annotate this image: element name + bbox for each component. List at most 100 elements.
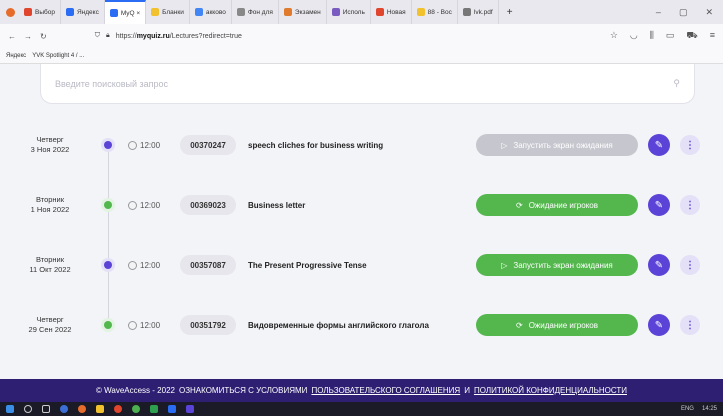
tab-label: 88 - Вос: [427, 8, 452, 16]
chrome-taskbar-icon[interactable]: [132, 405, 140, 413]
favicon-icon: [331, 8, 340, 16]
lecture-date-value: 3 Ноя 2022: [30, 145, 70, 154]
more-options-button[interactable]: ⋮: [680, 255, 700, 275]
search-icon[interactable]: ⚲: [673, 78, 680, 89]
search-bar[interactable]: Введите поисковый запрос ⚲: [40, 64, 695, 104]
browser-nav-bar: ← → ↻ ⛉ 🔒︎ https://myquiz.ru/Lectures?re…: [0, 24, 723, 48]
tab-label: Яндекс: [76, 8, 99, 16]
favicon-icon: [65, 8, 74, 16]
lecture-code-badge: 00357087: [180, 255, 236, 275]
browser-tab[interactable]: MyQ ×: [104, 0, 147, 24]
kebab-menu-icon: ⋮: [685, 139, 695, 151]
address-bar[interactable]: ⛉ 🔒︎ https://myquiz.ru/Lectures?redirect…: [95, 32, 602, 40]
browser-tab[interactable]: lvk.pdf: [458, 0, 499, 24]
cart-icon[interactable]: ⛟: [686, 30, 697, 42]
browser-tab[interactable]: акково: [190, 0, 232, 24]
favicon-icon: [24, 8, 32, 16]
more-options-button[interactable]: ⋮: [680, 195, 700, 215]
clock-icon: [128, 200, 137, 210]
more-options-button[interactable]: ⋮: [680, 315, 700, 335]
spreadsheet-icon[interactable]: [150, 405, 158, 413]
lecture-code-badge: 00370247: [180, 135, 236, 155]
lecture-action-button[interactable]: ⟳ Ожидание игроков: [476, 314, 638, 336]
maximize-button[interactable]: ▢: [679, 7, 688, 18]
close-window-button[interactable]: ✕: [705, 7, 713, 18]
privacy-policy-link[interactable]: ПОЛИТИКОЙ КОНФИДЕНЦИАЛЬНОСТИ: [474, 386, 627, 395]
url-path: /Lectures?redirect=true: [169, 32, 242, 40]
yandex-taskbar-icon[interactable]: [114, 405, 122, 413]
footer: © WaveAccess - 2022 ОЗНАКОМИТЬСЯ С УСЛОВ…: [0, 379, 723, 402]
clock-icon: [128, 260, 137, 270]
tab-label: Экзамен: [294, 8, 321, 16]
library-icon[interactable]: ⫼: [650, 30, 654, 42]
browser-tab[interactable]: Фон для: [232, 0, 279, 24]
lecture-day: Четверг: [36, 315, 64, 324]
new-tab-button[interactable]: +: [499, 7, 521, 18]
clock-icon: [128, 140, 137, 150]
files-icon[interactable]: [96, 405, 104, 413]
lecture-title[interactable]: Видовременные формы английского глагола: [248, 321, 429, 330]
tab-label: Новая: [386, 8, 406, 16]
edit-button[interactable]: ✎: [648, 254, 670, 276]
lecture-action-button[interactable]: ▷ Запустить экран ожидания: [476, 254, 638, 276]
clock[interactable]: 14:25: [702, 406, 717, 412]
lecture-row: Вторник 1 Ноя 2022 12:00 00369023 Business l…: [0, 190, 723, 220]
os-taskbar: ENG 14:25: [0, 402, 723, 416]
lecture-time: 12:00: [128, 200, 160, 210]
lecture-action-button[interactable]: ⟳ Ожидание игроков: [476, 194, 638, 216]
chrome-icon[interactable]: [60, 405, 68, 413]
firefox-taskbar-icon[interactable]: [78, 405, 86, 413]
browser-tab[interactable]: 88 - Вос: [412, 0, 458, 24]
favicon-icon: [462, 8, 471, 16]
lecture-date: Четверг 29 Сен 2022: [26, 315, 74, 335]
yandex-bookmark[interactable]: Яндекс: [6, 53, 26, 59]
lecture-title[interactable]: Business letter: [248, 201, 305, 210]
browser-tab[interactable]: Бланки: [146, 0, 190, 24]
back-icon[interactable]: ←: [8, 32, 16, 41]
word-icon[interactable]: [168, 405, 176, 413]
edit-button[interactable]: ✎: [648, 134, 670, 156]
more-options-button[interactable]: ⋮: [680, 135, 700, 155]
lecture-title[interactable]: speech cliches for business writing: [248, 141, 383, 150]
action-label: Запустить экран ожидания: [513, 260, 613, 270]
lock-icon: 🔒︎: [105, 32, 110, 39]
action-icon: ⟳: [516, 200, 523, 210]
search-input[interactable]: Введите поисковый запрос: [55, 79, 168, 89]
bookmark-star-icon[interactable]: ☆: [610, 30, 618, 42]
pencil-icon: ✎: [654, 319, 664, 331]
menu-icon[interactable]: ≡: [710, 30, 715, 42]
sidebar-icon[interactable]: ▭: [666, 30, 675, 42]
reload-icon[interactable]: ↻: [40, 32, 47, 41]
lecture-action-button[interactable]: ▷ Запустить экран ожидания: [476, 134, 638, 156]
spotlight-bookmark[interactable]: YVK Spotlight 4 / ...: [32, 53, 84, 59]
browser-tab[interactable]: Яндекс: [61, 0, 105, 24]
task-view-icon[interactable]: [42, 405, 50, 413]
system-tray: ENG 14:25: [681, 406, 717, 412]
edit-button[interactable]: ✎: [648, 194, 670, 216]
pocket-icon[interactable]: ◡: [630, 30, 638, 42]
url-prefix: https://: [115, 32, 137, 40]
clock-icon: [128, 320, 137, 330]
favicon-icon: [375, 8, 384, 16]
browser-tab[interactable]: Исполь: [327, 0, 371, 24]
windows-start-icon[interactable]: [6, 405, 14, 413]
browser-tab[interactable]: Новая: [371, 0, 412, 24]
lecture-title[interactable]: The Present Progressive Tense: [248, 261, 367, 270]
language-indicator[interactable]: ENG: [681, 406, 694, 412]
user-agreement-link[interactable]: ПОЛЬЗОВАТЕЛЬСКОГО СОГЛАШЕНИЯ: [311, 386, 460, 395]
lecture-time: 12:00: [128, 140, 160, 150]
favicon-icon: [109, 9, 118, 17]
minimize-button[interactable]: –: [656, 7, 661, 18]
lecture-date-value: 11 Окт 2022: [29, 265, 71, 274]
edit-button[interactable]: ✎: [648, 314, 670, 336]
timeline-dot: [104, 201, 112, 209]
browser-tab[interactable]: Выбор: [19, 0, 61, 24]
browser-toolbar-icons: ☆ ◡ ⫼ ▭ ⛟ ≡: [610, 30, 715, 42]
firefox-logo-icon: [6, 7, 15, 17]
search-taskbar-icon[interactable]: [24, 405, 32, 413]
forward-icon[interactable]: →: [24, 32, 32, 41]
tab-label: акково: [205, 8, 226, 16]
lecture-code-badge: 00369023: [180, 195, 236, 215]
app-icon[interactable]: [186, 405, 194, 413]
browser-tab[interactable]: Экзамен: [279, 0, 327, 24]
